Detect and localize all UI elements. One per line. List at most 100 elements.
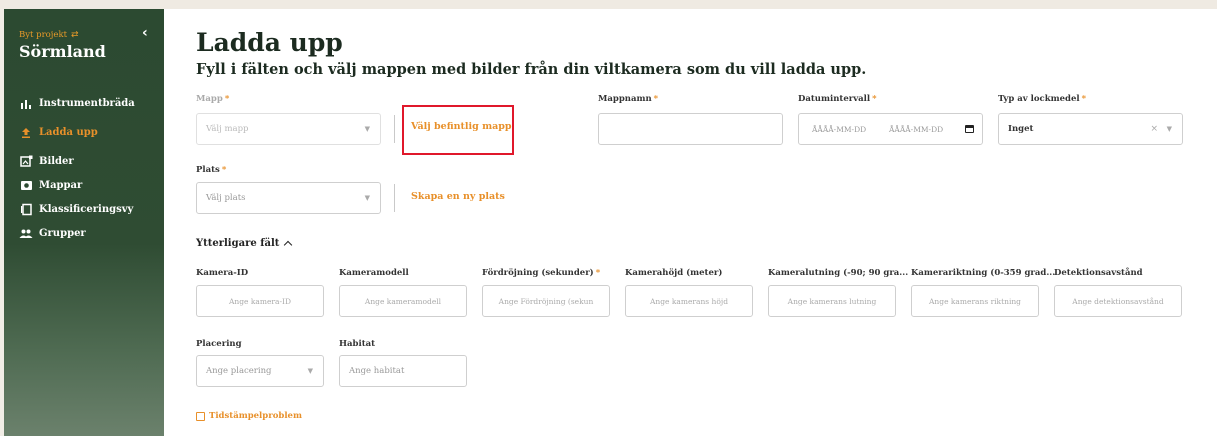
extra-field-input[interactable]: Ange kamerans lutning <box>768 285 896 317</box>
sidebar-item-label: Instrumentbräda <box>39 98 135 109</box>
mapp-placeholder: Välj mapp <box>206 124 249 134</box>
main-content: Ladda upp Fyll i fälten och välj mappen … <box>164 9 1217 436</box>
chevron-up-icon <box>284 240 293 250</box>
switch-project-label: Byt projekt <box>19 30 68 40</box>
highlight-box <box>402 105 514 155</box>
chevron-left-icon[interactable]: ‹ <box>142 25 148 41</box>
extra-field-label: Kamerariktning (0-359 grad... <box>911 268 1055 278</box>
sidebar-item-ladda-upp[interactable]: Ladda upp <box>19 122 159 143</box>
chevron-down-icon: ▼ <box>307 367 313 375</box>
page-subtitle: Fyll i fälten och välj mappen med bilder… <box>196 61 867 78</box>
mapp-label-text: Mapp <box>196 94 223 104</box>
extra-field-label: Kamerahöjd (meter) <box>625 268 722 278</box>
page-title: Ladda upp <box>196 28 343 57</box>
chevron-down-icon: ▼ <box>364 194 370 202</box>
habitat-input[interactable]: Ange habitat <box>339 355 467 387</box>
extra-field-placeholder: Ange kamerans lutning <box>787 296 877 306</box>
plats-placeholder: Välj plats <box>206 193 246 203</box>
sidebar-item-label: Mappar <box>39 180 83 191</box>
required-marker: * <box>595 268 601 278</box>
additional-fields-label: Ytterligare fält <box>196 238 280 249</box>
camera-folder-icon <box>19 179 33 193</box>
mappnamn-label: Mappnamn * <box>598 94 658 104</box>
end-date-placeholder: ÅÅÅÅ-MM-DD <box>889 124 944 134</box>
extra-field-label-text: Kameramodell <box>339 268 409 278</box>
placering-placeholder: Ange placering <box>206 366 272 376</box>
sidebar-item-label: Bilder <box>39 156 74 167</box>
groups-icon <box>19 227 33 241</box>
sidebar-item-bilder[interactable]: Bilder <box>19 151 159 172</box>
extra-field-input[interactable]: Ange Fördröjning (sekun <box>482 285 610 317</box>
required-marker: * <box>1081 94 1087 104</box>
sidebar-item-label: Grupper <box>39 228 86 239</box>
timestamp-problem-checkbox[interactable]: Tidstämpelproblem <box>196 411 302 421</box>
habitat-placeholder: Ange habitat <box>349 366 405 376</box>
sidebar-item-label: Klassificeringsvy <box>39 204 134 215</box>
extra-field-label: Detektionsavstånd <box>1054 268 1143 278</box>
extra-field-label-text: Kameralutning (-90; 90 gra... <box>768 268 909 278</box>
extra-field-input[interactable]: Ange kameramodell <box>339 285 467 317</box>
swap-arrows-icon: ⇄ <box>71 30 79 40</box>
classification-icon <box>19 203 33 217</box>
clear-icon[interactable]: × <box>1150 124 1158 134</box>
lockmedel-label: Typ av lockmedel * <box>998 94 1086 104</box>
lockmedel-label-text: Typ av lockmedel <box>998 94 1080 104</box>
lockmedel-value: Inget <box>1008 124 1034 134</box>
placering-label: Placering <box>196 339 242 349</box>
extra-field-label-text: Fördröjning (sekunder) <box>482 268 594 278</box>
calendar-icon[interactable] <box>965 125 974 133</box>
images-icon <box>19 155 33 169</box>
mappnamn-input[interactable] <box>598 113 783 145</box>
required-marker: * <box>653 94 659 104</box>
extra-field-label: Kameralutning (-90; 90 gra... <box>768 268 908 278</box>
extra-field-label-text: Kamerahöjd (meter) <box>625 268 723 278</box>
sidebar-item-instrumentbrada[interactable]: Instrumentbräda <box>19 93 159 114</box>
divider <box>394 115 395 143</box>
extra-field-input[interactable]: Ange detektionsavstånd <box>1054 285 1182 317</box>
habitat-label: Habitat <box>339 339 376 349</box>
sidebar-item-label: Ladda upp <box>39 127 98 138</box>
checkbox[interactable] <box>196 411 205 421</box>
plats-label: Plats * <box>196 165 226 175</box>
extra-field-label: Kamera-ID <box>196 268 248 278</box>
extra-field-placeholder: Ange kamera-ID <box>228 296 291 306</box>
chevron-down-icon: ▼ <box>1166 125 1172 133</box>
plats-select[interactable]: Välj plats ▼ <box>196 182 381 214</box>
create-place-link[interactable]: Skapa en ny plats <box>411 191 505 202</box>
date-range-input[interactable]: ÅÅÅÅ-MM-DD ÅÅÅÅ-MM-DD <box>798 113 983 145</box>
mappnamn-label-text: Mappnamn <box>598 94 652 104</box>
required-marker: * <box>872 94 877 104</box>
extra-field-placeholder: Ange Fördröjning (sekun <box>498 296 594 306</box>
extra-field-label-text: Detektionsavstånd <box>1054 268 1143 278</box>
divider <box>394 184 395 212</box>
timestamp-problem-label: Tidstämpelproblem <box>209 411 302 421</box>
extra-field-placeholder: Ange detektionsavstånd <box>1072 296 1164 306</box>
chevron-down-icon: ▼ <box>364 125 370 133</box>
bar-chart-icon <box>19 97 33 111</box>
sidebar: Byt projekt ⇄ ‹ Sörmland Instrumentbräda… <box>4 9 164 436</box>
extra-field-input[interactable]: Ange kamera-ID <box>196 285 324 317</box>
project-name: Sörmland <box>19 42 106 61</box>
datumintervall-label-text: Datumintervall <box>798 94 871 104</box>
mapp-label: Mapp * <box>196 94 229 104</box>
upload-icon <box>19 126 33 140</box>
placering-select[interactable]: Ange placering ▼ <box>196 355 324 387</box>
sidebar-item-mappar[interactable]: Mappar <box>19 175 159 196</box>
extra-field-label-text: Kamerariktning (0-359 grad... <box>911 268 1056 278</box>
additional-fields-toggle[interactable]: Ytterligare fält <box>196 238 293 250</box>
datumintervall-label: Datumintervall * <box>798 94 877 104</box>
lockmedel-select[interactable]: Inget × ▼ <box>998 113 1183 145</box>
sidebar-item-klassificeringsvy[interactable]: Klassificeringsvy <box>19 199 159 220</box>
sidebar-item-grupper[interactable]: Grupper <box>19 223 159 244</box>
plats-label-text: Plats <box>196 165 220 175</box>
start-date-placeholder: ÅÅÅÅ-MM-DD <box>812 124 867 134</box>
switch-project-link[interactable]: Byt projekt ⇄ <box>19 30 79 40</box>
extra-field-input[interactable]: Ange kamerans riktning <box>911 285 1039 317</box>
extra-field-label: Fördröjning (sekunder) * <box>482 268 600 278</box>
top-strip <box>0 0 1217 9</box>
extra-field-placeholder: Ange kamerans höjd <box>649 296 729 306</box>
extra-field-input[interactable]: Ange kamerans höjd <box>625 285 753 317</box>
mapp-select[interactable]: Välj mapp ▼ <box>196 113 381 145</box>
sidebar-nav: Instrumentbräda Ladda upp Bilder Mappar … <box>19 93 159 247</box>
extra-field-label-text: Kamera-ID <box>196 268 249 278</box>
